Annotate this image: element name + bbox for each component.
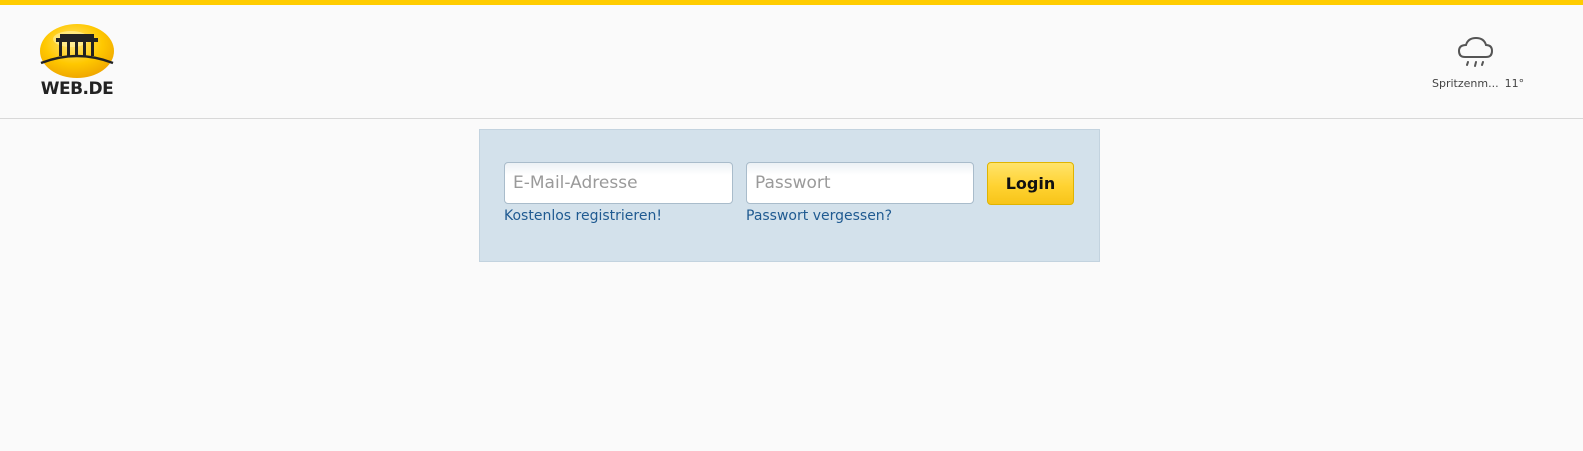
logo-text: WEB.DE [40, 79, 114, 99]
weather-widget[interactable]: Spritzenm... 11° [1425, 33, 1535, 93]
brandenburg-gate-icon [40, 24, 114, 78]
weather-text: Spritzenm... 11° [1425, 77, 1535, 90]
weather-location: Spritzenm... [1432, 77, 1499, 90]
password-input[interactable] [746, 162, 974, 204]
header: WEB.DE Spritzenm... 11° [0, 5, 1583, 119]
rain-cloud-icon [1457, 36, 1494, 67]
weather-temperature: 11° [1504, 77, 1525, 90]
login-button[interactable]: Login [987, 162, 1074, 205]
register-link[interactable]: Kostenlos registrieren! [504, 208, 662, 224]
forgot-password-link[interactable]: Passwort vergessen? [746, 208, 892, 224]
login-panel: Login Kostenlos registrieren! Passwort v… [479, 129, 1100, 262]
web-de-logo[interactable]: WEB.DE [38, 23, 116, 103]
email-input[interactable] [504, 162, 733, 204]
